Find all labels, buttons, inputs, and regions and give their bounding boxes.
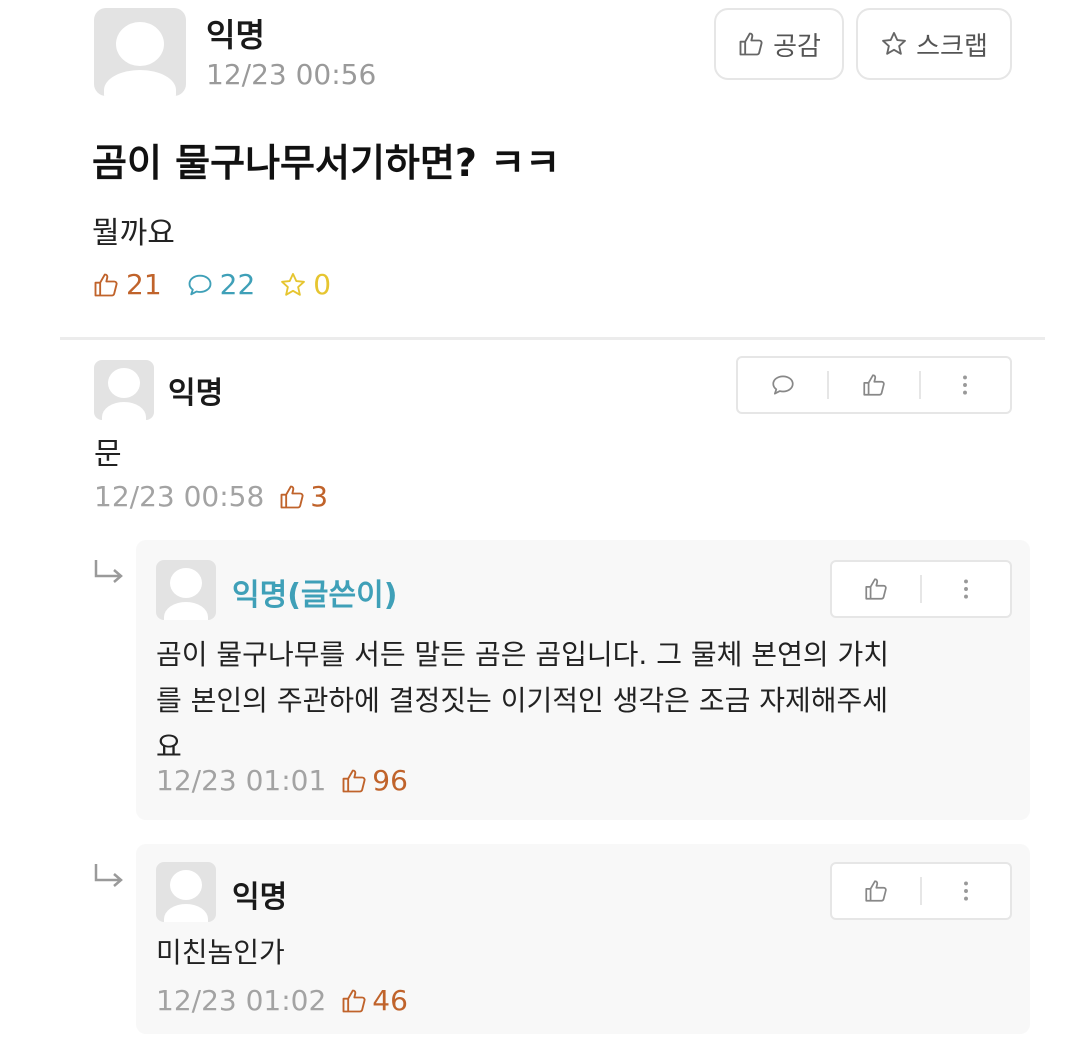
reply-like-count: 46 (340, 984, 408, 1017)
like-count: 21 (126, 268, 162, 301)
avatar-body (102, 402, 146, 420)
reply-body: 곰이 물구나무를 서든 말든 곰은 곰입니다. 그 물체 본연의 가치 를 본인… (156, 632, 889, 770)
comment-like-count: 3 (278, 480, 328, 513)
thumbs-up-icon (863, 576, 889, 602)
reply-author-avatar (156, 862, 216, 922)
star-icon (279, 271, 307, 299)
star-icon (880, 30, 908, 58)
comment-author-name: 익명 (168, 376, 224, 411)
reply-like-count: 96 (340, 764, 408, 797)
reply-body-line: 를 본인의 주관하에 결정짓는 이기적인 생각은 조금 자제해주세 (156, 684, 889, 717)
comment-count: 22 (219, 268, 256, 301)
reply-timestamp: 12/23 01:01 (156, 764, 327, 797)
reply-author-avatar (156, 560, 216, 620)
reply-actions (830, 560, 1012, 618)
avatar-body (164, 602, 208, 620)
post-timestamp: 12/23 00:56 (206, 58, 377, 91)
more-options-button[interactable] (922, 864, 1010, 918)
more-dots-icon (953, 576, 979, 602)
thumbs-up-icon (340, 767, 368, 795)
reply-meta: 12/23 01:01 96 (156, 764, 408, 797)
reply-timestamp: 12/23 01:02 (156, 984, 327, 1017)
scrap-button[interactable]: 스크랩 (856, 8, 1012, 80)
post-body: 뭘까요 (92, 216, 175, 251)
reply-arrow-icon (92, 558, 126, 588)
reply-arrow-icon (92, 862, 126, 892)
reply-like-button[interactable] (832, 864, 920, 918)
reply-button[interactable] (738, 358, 827, 412)
reply-author-name-op: 익명(글쓴이) (232, 578, 398, 613)
like-count: 3 (310, 480, 329, 513)
comment-actions (736, 356, 1012, 414)
post-author-avatar (94, 8, 186, 96)
like-count-stat: 21 (92, 268, 162, 301)
divider (60, 337, 1045, 340)
post-stats: 21 22 0 (92, 268, 331, 301)
more-options-button[interactable] (922, 562, 1010, 616)
more-options-button[interactable] (921, 358, 1010, 412)
thumbs-up-icon (340, 987, 368, 1015)
comment-body: 문 (94, 437, 122, 472)
comment-like-button[interactable] (829, 358, 918, 412)
reply-actions (830, 862, 1012, 920)
reply-author-name: 익명 (232, 880, 288, 915)
avatar-body (164, 904, 208, 922)
avatar-head (108, 368, 140, 398)
avatar-head (116, 22, 164, 66)
comment-timestamp: 12/23 00:58 (94, 480, 265, 513)
comment-count-stat: 22 (186, 268, 256, 301)
speech-bubble-icon (186, 271, 214, 299)
avatar-body (104, 70, 176, 96)
like-button[interactable]: 공감 (714, 8, 844, 80)
thumbs-up-icon (863, 878, 889, 904)
comment-author-avatar (94, 360, 154, 420)
post-author-name: 익명 (206, 16, 265, 54)
scrap-count: 0 (313, 268, 332, 301)
thumbs-up-icon (278, 483, 306, 511)
post-title: 곰이 물구나무서기하면? ㅋㅋ (92, 141, 561, 185)
reply-body-line: 곰이 물구나무를 서든 말든 곰은 곰입니다. 그 물체 본연의 가치 (156, 638, 890, 671)
like-count: 96 (372, 764, 408, 797)
thumbs-up-icon (737, 30, 765, 58)
thumbs-up-icon (861, 372, 887, 398)
like-button-label: 공감 (773, 31, 821, 62)
reply-body-line: 미친놈인가 (156, 936, 285, 969)
scrap-count-stat: 0 (279, 268, 331, 301)
thumbs-up-icon (92, 271, 120, 299)
reply-like-button[interactable] (832, 562, 920, 616)
avatar-head (170, 568, 202, 598)
avatar-head (170, 870, 202, 900)
comment-meta: 12/23 00:58 3 (94, 480, 328, 513)
reply-body: 미친놈인가 (156, 930, 285, 976)
reply-meta: 12/23 01:02 46 (156, 984, 408, 1017)
scrap-button-label: 스크랩 (916, 31, 988, 62)
more-dots-icon (953, 878, 979, 904)
like-count: 46 (372, 984, 408, 1017)
speech-bubble-icon (770, 372, 796, 398)
more-dots-icon (952, 372, 978, 398)
